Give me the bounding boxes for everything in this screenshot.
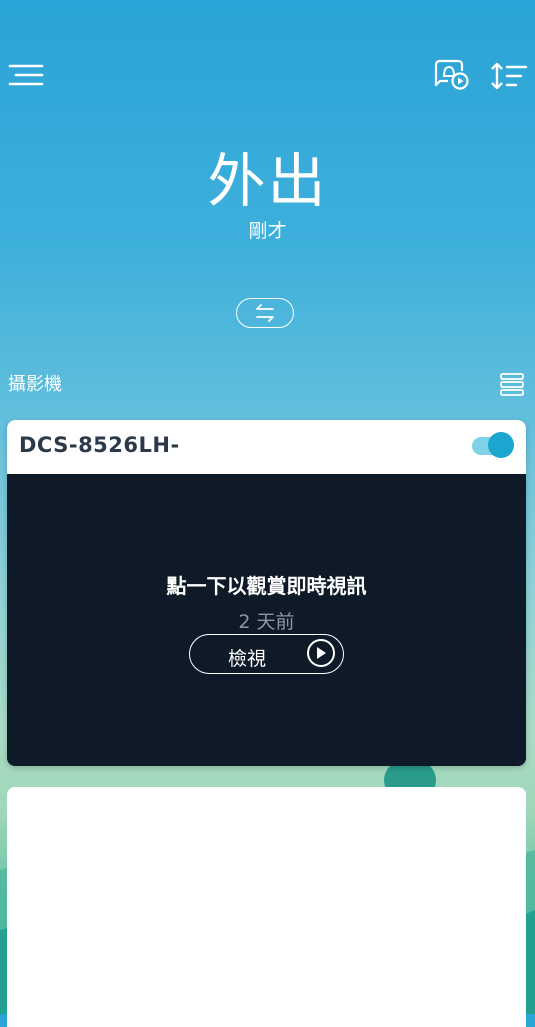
view-button[interactable]: 檢視 [189, 634, 344, 674]
live-view-prompt: 點一下以觀賞即時視訊 [166, 574, 367, 598]
sort-icon [491, 62, 528, 90]
camera-card-2[interactable] [7, 787, 526, 1027]
bell-playback-icon [434, 59, 469, 90]
camera-name: DCS-8526LH- [19, 433, 180, 457]
sort-button[interactable] [489, 58, 529, 94]
switch-mode-button[interactable] [236, 298, 294, 328]
swap-arrows-icon [256, 304, 274, 322]
live-view-area[interactable]: 點一下以觀賞即時視訊 2 天前 檢視 [7, 474, 526, 766]
last-event-time: 2 天前 [238, 611, 295, 633]
camera-card[interactable]: DCS-8526LH- 點一下以觀賞即時視訊 2 天前 檢視 [7, 420, 526, 766]
list-view-button[interactable] [499, 372, 525, 396]
list-view-icon [500, 373, 524, 396]
mode-title: 外出 [207, 147, 328, 215]
view-button-label: 檢視 [228, 648, 267, 670]
menu-button[interactable] [6, 60, 46, 90]
top-bar [0, 48, 535, 104]
play-icon [307, 639, 335, 667]
hamburger-menu-icon [8, 64, 44, 86]
camera-enable-toggle[interactable] [470, 432, 514, 458]
event-playback-button[interactable] [431, 58, 471, 94]
camera-card-header: DCS-8526LH- [7, 420, 526, 474]
mode-subtitle: 剛才 [248, 219, 287, 242]
toggle-knob [488, 432, 514, 458]
cameras-section-label: 攝影機 [8, 374, 62, 395]
mode-display: 外出 剛才 [0, 147, 535, 243]
